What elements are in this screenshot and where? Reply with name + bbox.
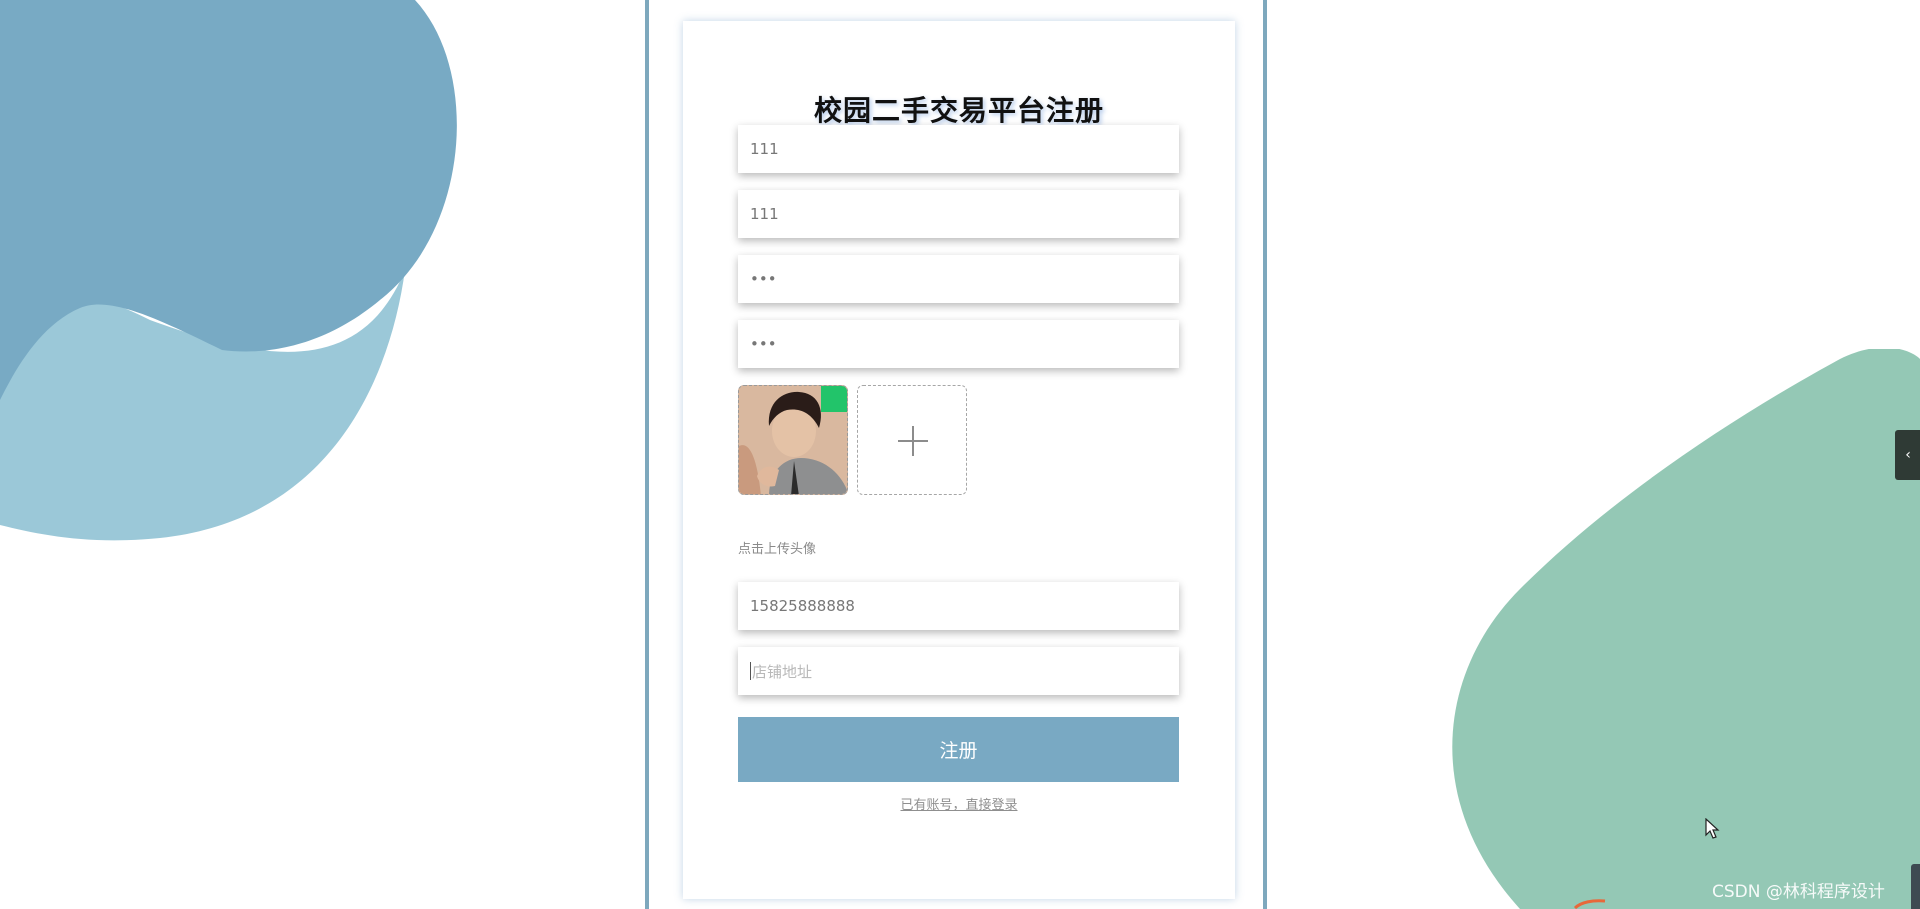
mouse-cursor-icon	[1705, 818, 1720, 839]
phone-value: 15825888888	[750, 597, 855, 615]
shop-address-placeholder: 店铺地址	[752, 662, 813, 681]
orange-mark-icon	[1573, 899, 1606, 909]
avatar-upload-hint: 点击上传头像	[738, 542, 817, 557]
chevron-left-icon: ‹	[1905, 447, 1911, 463]
username-input[interactable]: 111	[738, 125, 1179, 173]
avatar-upload-button[interactable]	[857, 385, 967, 495]
avatar-thumbnail[interactable]	[738, 385, 848, 495]
register-card: 校园二手交易平台注册 111 111 ••• ••• 点击上传头像 158258…	[683, 21, 1235, 899]
login-link[interactable]: 已有账号，直接登录	[683, 794, 1235, 813]
page-title: 校园二手交易平台注册	[813, 94, 1104, 127]
text-cursor	[750, 662, 751, 680]
background-blob-right	[1452, 349, 1920, 909]
nickname-input[interactable]: 111	[738, 190, 1179, 238]
nickname-value: 111	[750, 205, 779, 223]
register-button[interactable]: 注册	[738, 717, 1179, 782]
scrollbar-handle[interactable]	[1911, 864, 1920, 909]
register-button-label: 注册	[939, 740, 978, 762]
password-value: •••	[750, 270, 777, 288]
avatar-photo	[739, 386, 847, 494]
page-background: 校园二手交易平台注册 111 111 ••• ••• 点击上传头像 158258…	[0, 0, 1920, 909]
username-value: 111	[750, 140, 779, 158]
phone-input[interactable]: 15825888888	[738, 582, 1179, 630]
confirm-password-input[interactable]: •••	[738, 320, 1179, 368]
watermark: CSDN @林科程序设计	[1712, 882, 1885, 902]
password-input[interactable]: •••	[738, 255, 1179, 303]
shop-address-input[interactable]: 店铺地址	[738, 647, 1179, 695]
confirm-password-value: •••	[750, 335, 777, 353]
side-panel-toggle[interactable]: ‹	[1895, 430, 1920, 480]
background-blob-left	[0, 0, 457, 541]
